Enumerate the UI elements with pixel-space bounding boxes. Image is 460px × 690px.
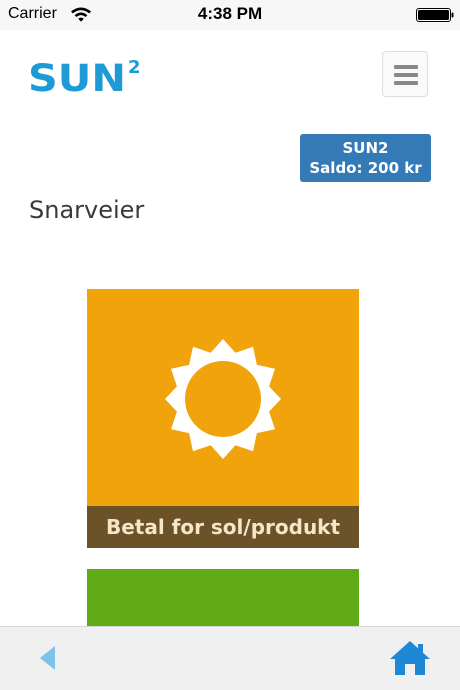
shortcut-label: Betal for sol/produkt	[87, 506, 359, 548]
battery-icon	[416, 8, 454, 22]
back-arrow-icon[interactable]	[38, 645, 56, 671]
balance-account-name: SUN2	[342, 139, 389, 157]
sun-icon	[165, 339, 281, 459]
menu-button[interactable]	[382, 51, 428, 97]
hamburger-icon	[394, 65, 418, 69]
shortcut-tile-pay-sun[interactable]: Betal for sol/produkt	[87, 289, 359, 548]
home-icon[interactable]	[389, 640, 431, 676]
balance-amount: Saldo: 200 kr	[309, 159, 422, 177]
balance-badge[interactable]: SUN2 Saldo: 200 kr	[300, 134, 431, 182]
svg-text:2: 2	[128, 57, 141, 78]
page-title: Snarveier	[29, 196, 145, 224]
sun2-logo[interactable]: SUN 2	[28, 55, 142, 95]
status-time: 4:38 PM	[197, 4, 263, 23]
bottom-nav-bar	[0, 626, 460, 690]
hamburger-icon-bar	[394, 81, 418, 85]
status-bar: Carrier 4:38 PM	[0, 0, 460, 30]
hamburger-icon-bar	[394, 73, 418, 77]
svg-text:SUN: SUN	[28, 57, 126, 95]
